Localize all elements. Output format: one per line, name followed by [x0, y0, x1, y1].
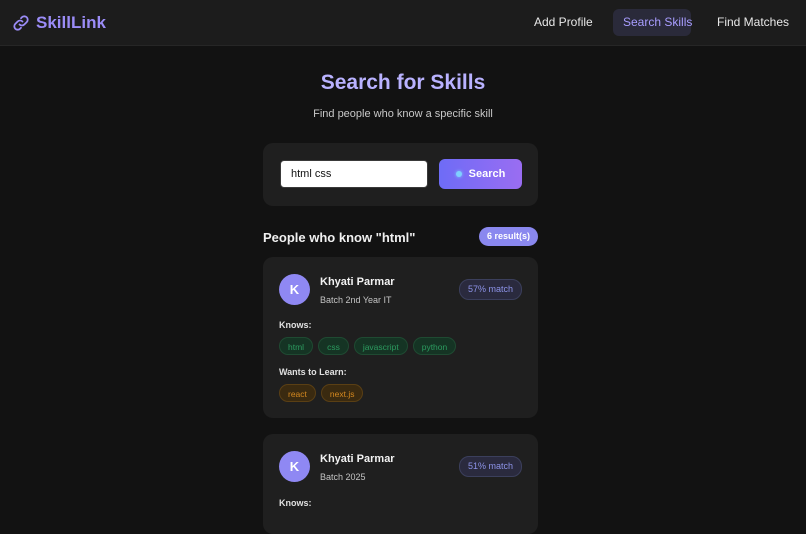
wants-to-learn-label: Wants to Learn: [279, 367, 347, 377]
results-count-badge: 6 result(s) [478, 227, 538, 246]
match-badge: 57% match [458, 279, 522, 300]
search-button[interactable]: Search [439, 159, 522, 189]
match-badge: 51% match [458, 456, 522, 477]
avatar: K [279, 274, 310, 305]
nav-search-skills[interactable]: Search Skills [613, 9, 692, 36]
search-card: Search [263, 143, 538, 206]
results-title: People who know "html" [263, 230, 416, 245]
nav-add-profile[interactable]: Add Profile [524, 9, 598, 36]
page-title: Search for Skills [320, 71, 486, 94]
knows-label: Knows: [279, 320, 312, 330]
skill-tag: python [412, 337, 457, 355]
brand-name: SkillLink [36, 13, 106, 32]
link-icon [13, 15, 29, 31]
profile-card: K Khyati Parmar Batch 2nd Year IT 57% ma… [263, 257, 538, 418]
knows-label: Knows: [279, 498, 312, 508]
knows-tags: html css javascript python [279, 337, 457, 355]
learn-tag: react [279, 384, 316, 402]
learn-tag: next.js [320, 384, 364, 402]
page-subtitle: Find people who know a specific skill [313, 108, 493, 120]
profile-batch: Batch 2nd Year IT [320, 295, 392, 305]
search-button-label: Search [468, 168, 506, 180]
profile-card: K Khyati Parmar Batch 2025 51% match Kno… [263, 434, 538, 534]
skill-tag: css [318, 337, 349, 355]
brand-logo[interactable]: SkillLink [12, 11, 106, 35]
skill-tag: html [279, 337, 314, 355]
avatar: K [279, 451, 310, 482]
profile-batch: Batch 2025 [320, 472, 366, 482]
nav-find-matches[interactable]: Find Matches [707, 9, 791, 36]
learn-tags: react next.js [279, 384, 364, 402]
profile-name: Khyati Parmar [320, 453, 395, 465]
skill-tag: javascript [353, 337, 408, 355]
profile-name: Khyati Parmar [320, 276, 395, 288]
navbar: SkillLink Add Profile Search Skills Find… [0, 0, 806, 46]
search-dot-icon [455, 171, 462, 177]
results-header: People who know "html" 6 result(s) [263, 227, 538, 247]
search-input[interactable] [280, 160, 428, 188]
